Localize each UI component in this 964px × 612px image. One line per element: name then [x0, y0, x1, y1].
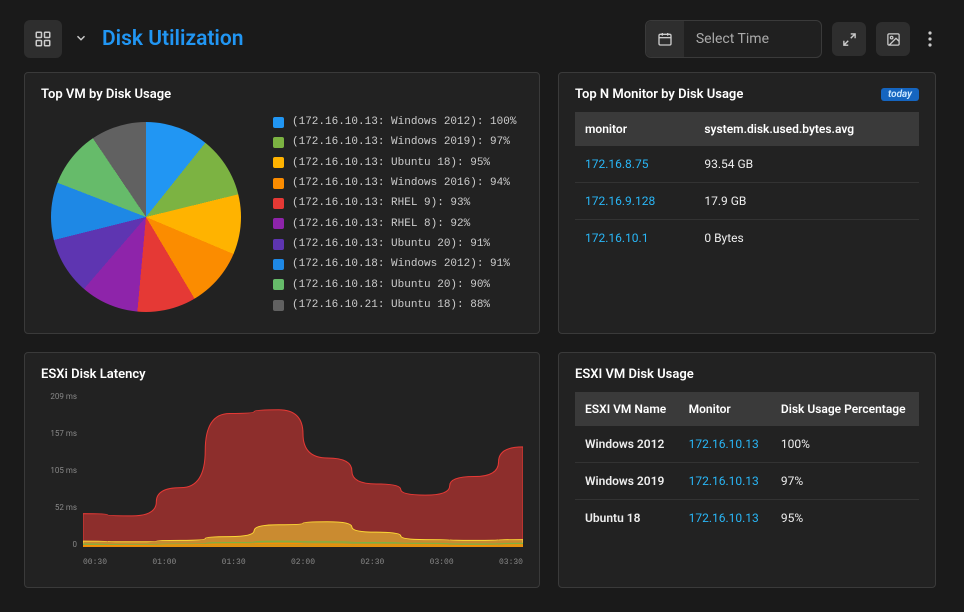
x-tick: 01:00 [152, 558, 176, 567]
monitor-link[interactable]: 172.16.10.1 [575, 220, 694, 257]
legend-item[interactable]: (172.16.10.18: Ubuntu 20): 90% [273, 275, 516, 295]
monitor-value: 93.54 GB [694, 146, 919, 183]
table-row: Windows 2012172.16.10.13100% [575, 426, 919, 463]
legend-label: (172.16.10.21: Ubuntu 18): 88% [292, 295, 490, 315]
legend-swatch [273, 259, 284, 270]
dashboard-grid-icon[interactable] [24, 20, 62, 58]
y-tick: 0 [41, 540, 77, 549]
legend-label: (172.16.10.13: Ubuntu 18): 95% [292, 153, 490, 173]
legend-label: (172.16.10.13: Ubuntu 20): 91% [292, 234, 490, 254]
image-icon[interactable] [876, 22, 910, 56]
table-row: Ubuntu 18172.16.10.1395% [575, 500, 919, 537]
y-tick: 105 ms [41, 466, 77, 475]
y-tick: 52 ms [41, 503, 77, 512]
panel-vm-usage: ESXI VM Disk Usage ESXI VM Name Monitor … [558, 352, 936, 588]
legend-swatch [273, 137, 284, 148]
legend-item[interactable]: (172.16.10.13: Windows 2019): 97% [273, 132, 516, 152]
col-monitor: monitor [575, 112, 694, 146]
expand-icon[interactable] [832, 22, 866, 56]
vm-pct: 95% [771, 500, 919, 537]
more-menu-icon[interactable] [920, 20, 940, 58]
panel-latency: ESXi Disk Latency 209 ms 157 ms 105 ms 52 m… [24, 352, 540, 588]
legend-label: (172.16.10.13: Windows 2012): 100% [292, 112, 516, 132]
vm-name: Ubuntu 18 [575, 500, 679, 537]
legend-swatch [273, 239, 284, 250]
legend-label: (172.16.10.13: Windows 2019): 97% [292, 132, 510, 152]
x-tick: 02:30 [360, 558, 384, 567]
col-monitor: Monitor [679, 392, 771, 426]
time-badge: today [881, 88, 919, 101]
page-header: Disk Utilization Select Time [24, 10, 940, 72]
table-row: 172.16.8.7593.54 GB [575, 146, 919, 183]
time-selector[interactable]: Select Time [645, 20, 822, 58]
y-tick: 209 ms [41, 392, 77, 401]
vm-name: Windows 2019 [575, 463, 679, 500]
x-tick: 02:00 [291, 558, 315, 567]
legend-label: (172.16.10.13: RHEL 9): 93% [292, 193, 470, 213]
x-tick: 03:30 [499, 558, 523, 567]
legend-swatch [273, 117, 284, 128]
monitor-value: 0 Bytes [694, 220, 919, 257]
monitor-value: 17.9 GB [694, 183, 919, 220]
page-title: Disk Utilization [102, 27, 243, 51]
legend-swatch [273, 300, 284, 311]
table-row: 172.16.10.10 Bytes [575, 220, 919, 257]
latency-chart: 209 ms 157 ms 105 ms 52 ms 0 00:30 01:00 01:30… [41, 392, 523, 567]
vm-monitor-link[interactable]: 172.16.10.13 [679, 463, 771, 500]
time-label: Select Time [696, 31, 809, 47]
legend-swatch [273, 157, 284, 168]
legend-item[interactable]: (172.16.10.13: Ubuntu 20): 91% [273, 234, 516, 254]
vm-name: Windows 2012 [575, 426, 679, 463]
vm-pct: 97% [771, 463, 919, 500]
panel-top-vm: Top VM by Disk Usage (172.16.10.13: Wind… [24, 72, 540, 334]
legend-item[interactable]: (172.16.10.13: Ubuntu 18): 95% [273, 153, 516, 173]
chevron-down-icon[interactable] [72, 30, 88, 49]
panel-title: ESXi Disk Latency [41, 367, 523, 382]
vm-usage-table: ESXI VM Name Monitor Disk Usage Percenta… [575, 392, 919, 536]
legend-label: (172.16.10.18: Ubuntu 20): 90% [292, 275, 490, 295]
table-row: 172.16.9.12817.9 GB [575, 183, 919, 220]
col-name: ESXI VM Name [575, 392, 679, 426]
panel-title: ESXI VM Disk Usage [575, 367, 919, 382]
vm-monitor-link[interactable]: 172.16.10.13 [679, 426, 771, 463]
legend-swatch [273, 178, 284, 189]
pie-chart [41, 112, 251, 322]
legend-label: (172.16.10.13: RHEL 8): 92% [292, 214, 470, 234]
x-tick: 03:00 [430, 558, 454, 567]
monitor-link[interactable]: 172.16.9.128 [575, 183, 694, 220]
calendar-icon[interactable] [646, 21, 684, 57]
legend-item[interactable]: (172.16.10.13: Windows 2016): 94% [273, 173, 516, 193]
monitor-table: monitor system.disk.used.bytes.avg 172.1… [575, 112, 919, 256]
legend-item[interactable]: (172.16.10.13: RHEL 8): 92% [273, 214, 516, 234]
x-tick: 00:30 [83, 558, 107, 567]
panel-title: Top N Monitor by Disk Usage today [575, 87, 919, 102]
table-row: Windows 2019172.16.10.1397% [575, 463, 919, 500]
monitor-link[interactable]: 172.16.8.75 [575, 146, 694, 183]
panel-title: Top VM by Disk Usage [41, 87, 523, 102]
legend-swatch [273, 198, 284, 209]
vm-monitor-link[interactable]: 172.16.10.13 [679, 500, 771, 537]
col-pct: Disk Usage Percentage [771, 392, 919, 426]
legend-swatch [273, 279, 284, 290]
legend-item[interactable]: (172.16.10.18: Windows 2012): 91% [273, 254, 516, 274]
legend-label: (172.16.10.18: Windows 2012): 91% [292, 254, 510, 274]
panel-top-monitor: Top N Monitor by Disk Usage today monito… [558, 72, 936, 334]
legend-item[interactable]: (172.16.10.13: Windows 2012): 100% [273, 112, 516, 132]
col-value: system.disk.used.bytes.avg [694, 112, 919, 146]
x-tick: 01:30 [222, 558, 246, 567]
pie-legend: (172.16.10.13: Windows 2012): 100%(172.1… [273, 112, 516, 315]
legend-item[interactable]: (172.16.10.13: RHEL 9): 93% [273, 193, 516, 213]
legend-swatch [273, 218, 284, 229]
legend-item[interactable]: (172.16.10.21: Ubuntu 18): 88% [273, 295, 516, 315]
legend-label: (172.16.10.13: Windows 2016): 94% [292, 173, 510, 193]
y-tick: 157 ms [41, 429, 77, 438]
vm-pct: 100% [771, 426, 919, 463]
